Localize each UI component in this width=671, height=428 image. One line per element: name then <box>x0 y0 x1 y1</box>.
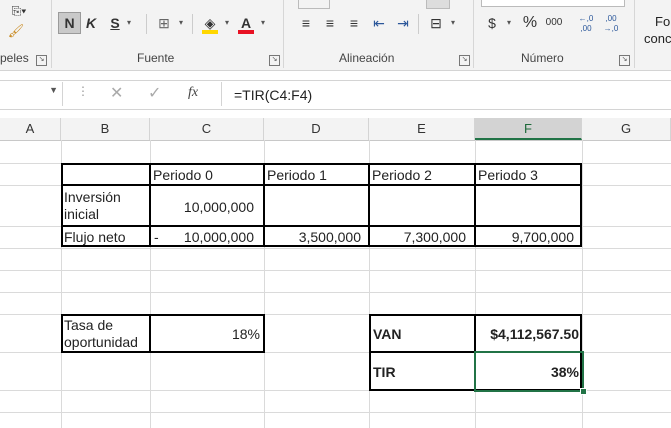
cell-b4[interactable]: Flujo neto <box>64 229 125 245</box>
format-painter-icon[interactable]: 🖌 <box>4 20 28 42</box>
cell-d4[interactable]: 3,500,000 <box>264 229 361 245</box>
borders-icon[interactable]: ⊞ <box>154 12 174 34</box>
cell-e10[interactable]: TIR <box>373 364 396 380</box>
percent-icon[interactable]: % <box>520 12 540 34</box>
column-header-b[interactable]: B <box>61 118 150 140</box>
divider <box>146 14 147 34</box>
gridline <box>0 248 671 249</box>
cell-b9-line1[interactable]: Tasa de <box>64 317 113 333</box>
thousands-separator-icon[interactable]: 000 <box>542 12 566 34</box>
increase-decimal-icon[interactable]: ←,0,00 <box>576 14 596 34</box>
currency-icon[interactable]: $ <box>484 12 500 34</box>
alignment-launcher-icon[interactable]: ↘ <box>459 55 470 66</box>
number-format-dropdown[interactable] <box>481 0 625 7</box>
conditional-format-label-1[interactable]: Fo <box>655 14 670 29</box>
formula-bar-grip-icon: ⋮ <box>77 84 89 98</box>
name-box[interactable]: ▼ <box>0 82 63 106</box>
table-border <box>61 225 582 227</box>
cell-f2[interactable]: Periodo 3 <box>478 167 538 183</box>
ribbon: ⎘▾ 🖌 peles ↘ N K S ▾ ⊞ ▾ ◈ ▾ A ▾ Fuente … <box>0 0 671 71</box>
cell-c3[interactable]: 10,000,000 <box>150 199 254 215</box>
column-header-a[interactable]: A <box>0 118 61 140</box>
group-separator <box>634 0 635 68</box>
bold-button[interactable]: N <box>58 12 81 34</box>
name-box-dropdown-icon[interactable]: ▼ <box>49 85 58 95</box>
align-right-icon[interactable]: ≡ <box>344 12 364 34</box>
number-launcher-icon[interactable]: ↘ <box>619 55 630 66</box>
cell-e2[interactable]: Periodo 2 <box>372 167 432 183</box>
fill-color-icon[interactable]: ◈ <box>200 12 220 34</box>
enter-icon[interactable]: ✓ <box>148 83 161 103</box>
font-color-dropdown-icon[interactable]: ▾ <box>258 12 268 34</box>
clipboard-launcher-icon[interactable]: ↘ <box>36 55 47 66</box>
merge-dropdown-icon[interactable]: ▾ <box>448 12 458 34</box>
underline-button[interactable]: S <box>106 12 124 34</box>
currency-dropdown-icon[interactable]: ▾ <box>504 12 514 34</box>
group-separator <box>283 0 284 68</box>
cell-b3-line2[interactable]: inicial <box>64 206 99 222</box>
column-header-d[interactable]: D <box>264 118 369 140</box>
align-left-icon[interactable]: ≡ <box>296 12 316 34</box>
underline-dropdown-icon[interactable]: ▾ <box>124 12 134 34</box>
indent-increase-icon[interactable]: ⇥ <box>393 12 413 34</box>
top-align-icon[interactable] <box>298 0 330 9</box>
formula-input[interactable]: =TIR(C4:F4) <box>221 82 671 106</box>
cell-f4[interactable]: 9,700,000 <box>475 229 574 245</box>
font-launcher-icon[interactable]: ↘ <box>269 55 280 66</box>
cancel-icon[interactable]: ✕ <box>110 83 123 103</box>
cell-d2[interactable]: Periodo 1 <box>267 167 327 183</box>
paste-icon[interactable]: ⎘▾ <box>4 0 34 20</box>
column-header-c[interactable]: C <box>150 118 264 140</box>
cell-e9[interactable]: VAN <box>373 326 402 342</box>
cell-c2[interactable]: Periodo 0 <box>153 167 213 183</box>
table-border <box>61 184 582 186</box>
group-separator <box>51 0 52 68</box>
alignment-group-label: Alineación <box>339 51 395 65</box>
divider <box>418 14 419 34</box>
italic-button[interactable]: K <box>82 12 100 34</box>
align-center-icon[interactable]: ≡ <box>320 12 340 34</box>
cell-f9[interactable]: $4,112,567.50 <box>476 326 579 342</box>
fill-handle[interactable] <box>580 388 587 395</box>
font-color-icon[interactable]: A <box>236 12 256 34</box>
gridline <box>0 412 671 413</box>
divider <box>192 14 193 34</box>
number-group-label: Número <box>521 51 564 65</box>
group-separator <box>473 0 474 68</box>
conditional-format-label-2[interactable]: conc <box>644 31 671 46</box>
indent-decrease-icon[interactable]: ⇤ <box>369 12 389 34</box>
merge-center-icon[interactable]: ⊟ <box>426 12 446 34</box>
cell-c4[interactable]: 10,000,000 <box>150 229 254 245</box>
cell-c9[interactable]: 18% <box>151 326 260 342</box>
borders-dropdown-icon[interactable]: ▾ <box>176 12 186 34</box>
gridline <box>0 270 671 271</box>
orientation-icon[interactable] <box>426 0 450 9</box>
decrease-decimal-icon[interactable]: ,00 →,0 <box>601 14 621 34</box>
gridline <box>0 292 671 293</box>
clipboard-group-label: peles <box>0 51 29 65</box>
column-header-g[interactable]: G <box>582 118 671 140</box>
column-header-e[interactable]: E <box>369 118 475 140</box>
font-group-label: Fuente <box>137 51 175 65</box>
cell-e4[interactable]: 7,300,000 <box>369 229 466 245</box>
fill-color-swatch <box>202 30 218 34</box>
fill-dropdown-icon[interactable]: ▾ <box>222 12 232 34</box>
font-color-swatch <box>238 30 254 34</box>
cell-b9-line2[interactable]: oportunidad <box>64 334 138 350</box>
insert-function-icon[interactable]: fx <box>188 85 198 101</box>
cell-b3-line1[interactable]: Inversión <box>64 189 121 205</box>
cell-f10[interactable]: 38% <box>476 364 579 380</box>
column-header-f[interactable]: F <box>475 118 582 140</box>
